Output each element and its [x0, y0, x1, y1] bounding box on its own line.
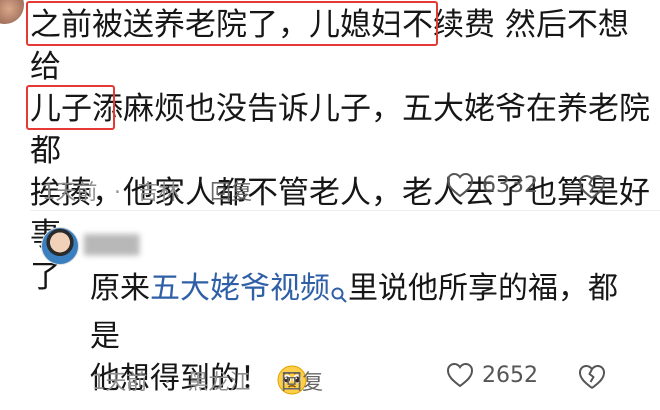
- reply-line-1: 原来五大姥爷视频 里说他所享的福，都是: [90, 268, 630, 358]
- broken-heart-icon: [579, 175, 605, 199]
- divider: [30, 210, 660, 211]
- comment-location: 吉林: [137, 180, 180, 204]
- meta-dot: ·: [164, 370, 171, 394]
- commenter-avatar[interactable]: [0, 0, 24, 24]
- reply-time: 1天前: [92, 370, 148, 394]
- meta-dot: ·: [114, 180, 121, 204]
- comment-meta: 1天前 · 吉林 回复: [42, 176, 262, 206]
- reply-meta: 1天前 · 黑龙江 回复: [92, 366, 323, 396]
- dislike-button[interactable]: [578, 174, 606, 200]
- search-icon[interactable]: [330, 274, 348, 316]
- reply-like-count: 2652: [482, 362, 538, 388]
- reply-like-button[interactable]: 2652: [446, 362, 538, 388]
- reply-button[interactable]: 回复: [281, 370, 323, 394]
- heart-icon: [446, 172, 474, 198]
- reply-dislike-button[interactable]: [578, 364, 606, 390]
- video-search-link[interactable]: 五大姥爷视频: [150, 271, 330, 306]
- highlight-box-2: [26, 85, 115, 130]
- highlight-box-1: [26, 1, 438, 46]
- like-count: 6332: [482, 172, 538, 198]
- comment-line-2: 儿子添麻烦也没告诉儿子，五大姥爷在养老院都: [30, 91, 650, 169]
- reply-text-before: 原来: [90, 271, 150, 306]
- heart-icon: [446, 362, 474, 388]
- replier-username-blurred[interactable]: ████: [84, 235, 139, 256]
- replier-avatar[interactable]: [41, 227, 79, 265]
- reply-button[interactable]: 回复: [210, 180, 252, 204]
- broken-heart-icon: [579, 365, 605, 389]
- comment-time: 1天前: [42, 180, 98, 204]
- reply-location: 黑龙江: [187, 370, 251, 394]
- like-button[interactable]: 6332: [446, 172, 538, 198]
